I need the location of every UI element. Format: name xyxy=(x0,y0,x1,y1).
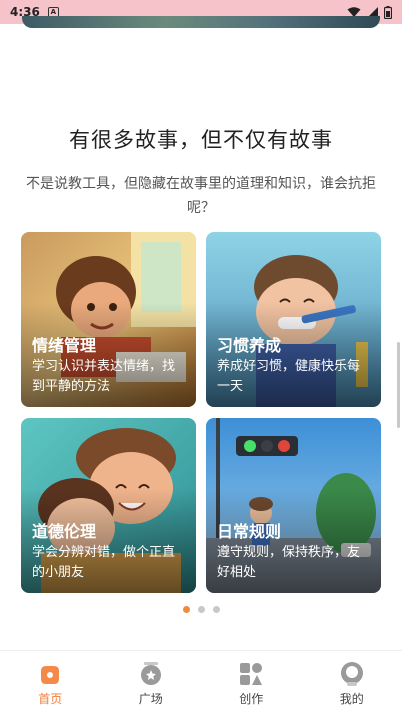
card-daily-rules[interactable]: 日常规则 遵守规则，保持秩序，友好相处 xyxy=(206,418,381,593)
tab-label: 我的 xyxy=(339,692,364,706)
pagination-dot-active[interactable] xyxy=(182,606,190,613)
tab-label: 广场 xyxy=(138,692,163,706)
tab-home[interactable]: 首页 xyxy=(0,651,101,716)
profile-icon xyxy=(340,662,363,686)
scrollbar[interactable] xyxy=(397,342,400,428)
card-title: 日常规则 xyxy=(217,522,282,541)
top-banner-image[interactable] xyxy=(22,16,380,28)
pagination-dot[interactable] xyxy=(197,606,205,613)
card-habit-building[interactable]: 习惯养成 养成好习惯，健康快乐每一天 xyxy=(206,232,381,407)
card-description: 学会分辨对错，做个正直的小朋友 xyxy=(32,545,176,580)
tab-create[interactable]: 创作 xyxy=(201,651,302,716)
tab-label: 首页 xyxy=(38,692,63,706)
card-title: 情绪管理 xyxy=(32,336,97,355)
card-moral-ethics[interactable]: 道德伦理 学会分辨对错，做个正直的小朋友 xyxy=(21,418,196,593)
card-description: 学习认识并表达情绪，找到平静的方法 xyxy=(32,359,176,394)
battery-icon xyxy=(384,5,392,19)
card-description: 养成好习惯，健康快乐每一天 xyxy=(217,359,361,394)
create-icon xyxy=(240,663,263,685)
square-icon xyxy=(140,662,161,685)
pagination-dots xyxy=(0,606,402,613)
home-icon xyxy=(41,666,60,684)
card-emotion-management[interactable]: 情绪管理 学习认识并表达情绪，找到平静的方法 xyxy=(21,232,196,407)
card-title: 习惯养成 xyxy=(217,336,282,355)
tab-label: 创作 xyxy=(239,692,264,706)
tab-square[interactable]: 广场 xyxy=(101,651,202,716)
card-title: 道德伦理 xyxy=(32,522,97,541)
tab-profile[interactable]: 我的 xyxy=(302,651,402,716)
section-title: 有很多故事，但不仅有故事 xyxy=(69,128,333,152)
bottom-tab-bar: 首页 广场 创作 我的 xyxy=(0,650,402,716)
section-description: 不是说教工具，但隐藏在故事里的道理和知识，谁会抗拒呢？ xyxy=(26,176,376,216)
card-description: 遵守规则，保持秩序，友好相处 xyxy=(217,545,361,580)
pagination-dot[interactable] xyxy=(212,606,220,613)
